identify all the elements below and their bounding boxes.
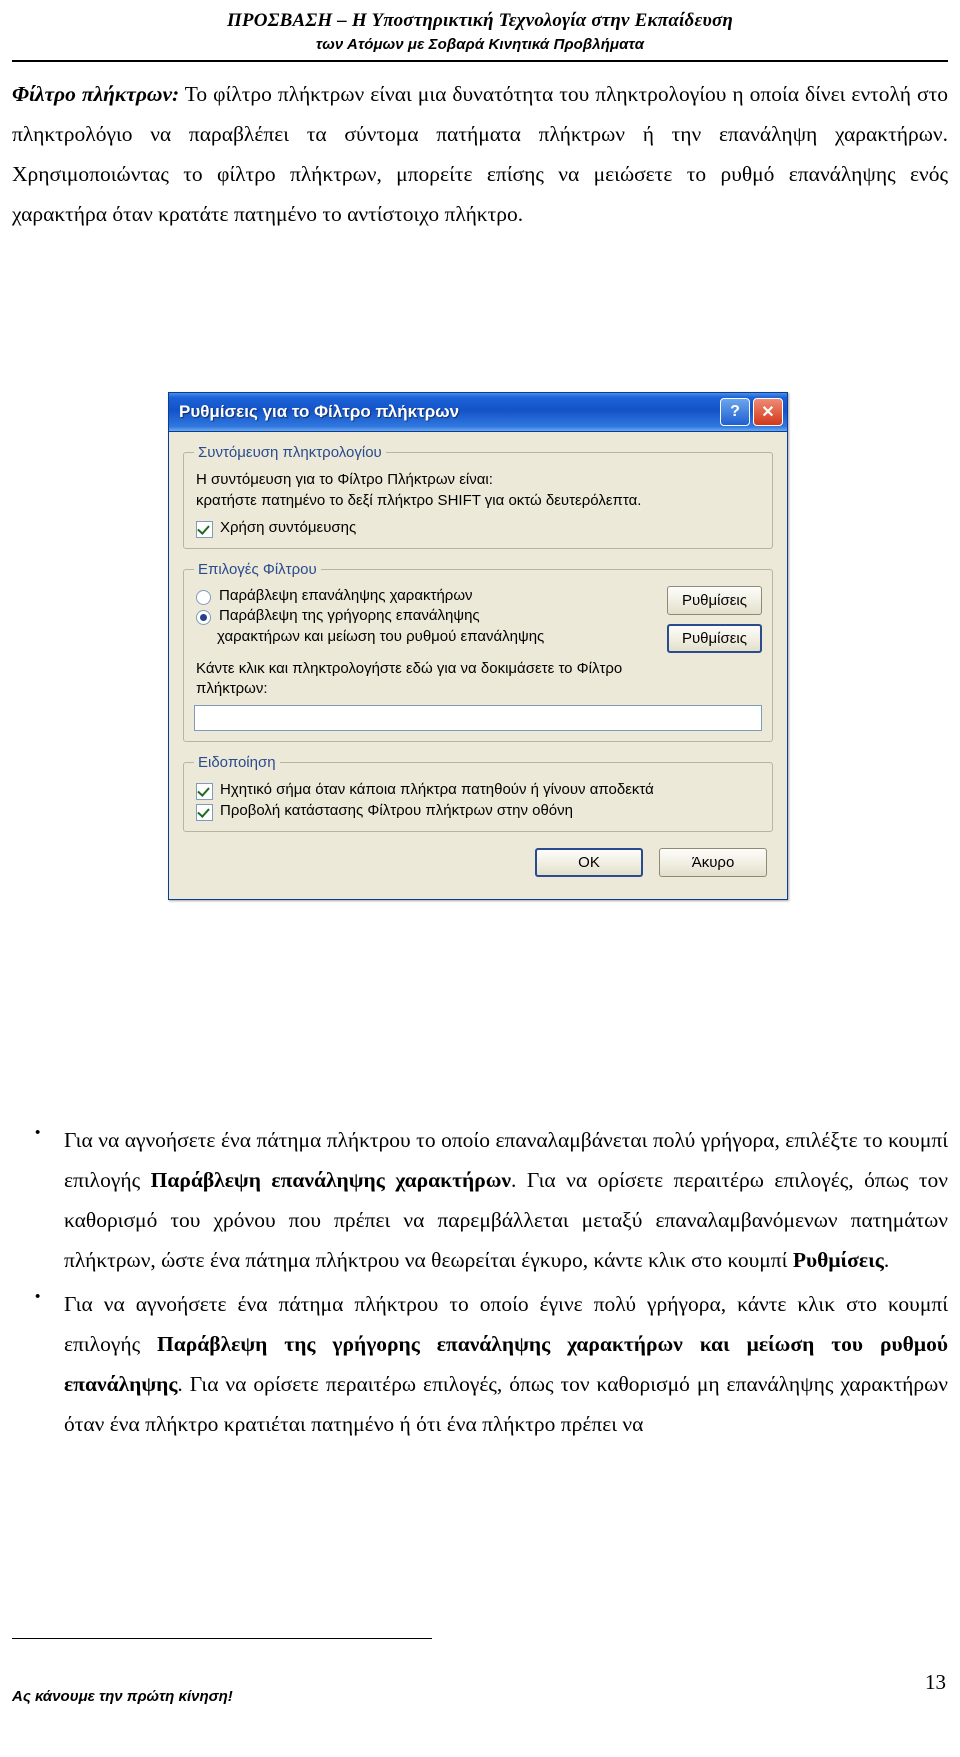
- bullet1-text3: .: [883, 1248, 890, 1272]
- group-keyboard-shortcut-legend: Συντόμευση πληκτρολογίου: [198, 444, 382, 461]
- document-content-lower: Για να αγνοήσετε ένα πάτημα πλήκτρου το …: [12, 1113, 948, 1448]
- shortcut-description-line2: κρατήστε πατημένο το δεξί πλήκτρο SHIFT …: [196, 492, 642, 509]
- radio-ignore-quick-repeat-label: Παράβλεψη της γρήγορης επανάληψης: [219, 607, 480, 624]
- bullet2-text2: . Για να ορίσετε περαιτέρω επιλογές, όπω…: [64, 1372, 948, 1436]
- group-notification-legend: Ειδοποίηση: [198, 754, 276, 771]
- bullet1-bold2: Ρυθμίσεις: [792, 1248, 884, 1272]
- use-shortcut-checkbox-row[interactable]: Χρήση συντόμευσης: [196, 519, 762, 538]
- term-keyboard-filter: Φίλτρο πλήκτρων:: [12, 82, 180, 106]
- radio-ignore-quick-repeat-sublabel: χαρακτήρων και μείωση του ρυθμού επανάλη…: [217, 628, 545, 645]
- footer-divider: [12, 1638, 432, 1639]
- settings-buttons-column: Ρυθμίσεις Ρυθμίσεις: [666, 584, 762, 653]
- filter-keys-settings-dialog: Ρυθμίσεις για το Φίλτρο πλήκτρων ? ✕ Συν…: [168, 392, 788, 900]
- settings-button-1[interactable]: Ρυθμίσεις: [666, 586, 762, 615]
- document-content: Φίλτρο πλήκτρων: Το φίλτρο πλήκτρων είνα…: [12, 72, 948, 234]
- bullet-list: Για να αγνοήσετε ένα πάτημα πλήκτρου το …: [12, 1113, 948, 1444]
- shortcut-description-line1: Η συντόμευση για το Φίλτρο Πλήκτρων είνα…: [196, 471, 493, 488]
- test-area-label: Κάντε κλικ και πληκτρολογήστε εδώ για να…: [196, 659, 762, 699]
- page-number: 13: [925, 1670, 946, 1694]
- bullet-item-ignore-repeat: Για να αγνοήσετε ένα πάτημα πλήκτρου το …: [12, 1113, 948, 1280]
- group-filter-options: Επιλογές Φίλτρου Παράβλεψη επανάληψης χα…: [183, 561, 773, 742]
- radio-ignore-quick-repeat[interactable]: [196, 610, 211, 625]
- use-shortcut-checkbox[interactable]: [196, 521, 213, 538]
- paragraph-keyboard-filter: Φίλτρο πλήκτρων: Το φίλτρο πλήκτρων είνα…: [12, 74, 948, 234]
- header-divider: [12, 60, 948, 62]
- show-status-checkbox[interactable]: [196, 804, 213, 821]
- filter-radio-options: Παράβλεψη επανάληψης χαρακτήρων Παράβλεψ…: [194, 584, 655, 647]
- show-status-label: Προβολή κατάστασης Φίλτρου πλήκτρων στην…: [220, 802, 573, 819]
- test-input[interactable]: [194, 705, 762, 731]
- dialog-titlebar: Ρυθμίσεις για το Φίλτρο πλήκτρων ? ✕: [169, 393, 787, 432]
- show-status-checkbox-row[interactable]: Προβολή κατάστασης Φίλτρου πλήκτρων στην…: [196, 802, 762, 821]
- radio-ignore-quick-repeat-row[interactable]: Παράβλεψη της γρήγορης επανάληψης: [196, 607, 655, 625]
- radio-ignore-repeat-label: Παράβλεψη επανάληψης χαρακτήρων: [219, 587, 473, 604]
- group-notification: Ειδοποίηση Ηχητικό σήμα όταν κάποια πλήκ…: [183, 754, 773, 832]
- cancel-button[interactable]: Άκυρο: [659, 848, 767, 877]
- close-icon[interactable]: ✕: [753, 398, 783, 426]
- bullet1-bold1: Παράβλεψη επανάληψης χαρακτήρων: [150, 1168, 512, 1192]
- use-shortcut-label: Χρήση συντόμευσης: [220, 519, 357, 536]
- bullet-item-ignore-quick-repeat: Για να αγνοήσετε ένα πάτημα πλήκτρου το …: [12, 1277, 948, 1444]
- header-title-line2: των Ατόμων με Σοβαρά Κινητικά Προβλήματα: [315, 36, 645, 53]
- radio-ignore-repeat[interactable]: [196, 590, 211, 605]
- beep-label: Ηχητικό σήμα όταν κάποια πλήκτρα πατηθού…: [220, 781, 654, 798]
- group-filter-options-legend: Επιλογές Φίλτρου: [198, 561, 317, 578]
- dialog-screenshot: Ρυθμίσεις για το Φίλτρο πλήκτρων ? ✕ Συν…: [168, 392, 788, 900]
- help-icon[interactable]: ?: [720, 398, 750, 426]
- group-keyboard-shortcut: Συντόμευση πληκτρολογίου Η συντόμευση γι…: [183, 444, 773, 549]
- footer-note: Ας κάνουμε την πρώτη κίνηση!: [12, 1688, 233, 1705]
- ok-button[interactable]: OK: [535, 848, 643, 877]
- radio-ignore-repeat-row[interactable]: Παράβλεψη επανάληψης χαρακτήρων: [196, 587, 655, 605]
- beep-checkbox[interactable]: [196, 783, 213, 800]
- page-header: ΠΡΟΣΒΑΣΗ – Η Υποστηρικτική Τεχνολογία στ…: [0, 0, 960, 56]
- dialog-body: Συντόμευση πληκτρολογίου Η συντόμευση γι…: [169, 432, 787, 899]
- test-area-label-line1: Κάντε κλικ και πληκτρολογήστε εδώ για να…: [196, 660, 623, 677]
- dialog-title: Ρυθμίσεις για το Φίλτρο πλήκτρων: [179, 402, 460, 421]
- header-title-line1: ΠΡΟΣΒΑΣΗ – Η Υποστηρικτική Τεχνολογία στ…: [226, 10, 734, 31]
- beep-checkbox-row[interactable]: Ηχητικό σήμα όταν κάποια πλήκτρα πατηθού…: [196, 781, 762, 800]
- settings-button-2[interactable]: Ρυθμίσεις: [666, 624, 762, 653]
- shortcut-description: Η συντόμευση για το Φίλτρο Πλήκτρων είνα…: [196, 469, 762, 511]
- test-area-label-line2: πλήκτρων:: [196, 680, 268, 697]
- dialog-footer: OK Άκυρο: [183, 844, 773, 885]
- filter-options-row: Παράβλεψη επανάληψης χαρακτήρων Παράβλεψ…: [194, 584, 762, 653]
